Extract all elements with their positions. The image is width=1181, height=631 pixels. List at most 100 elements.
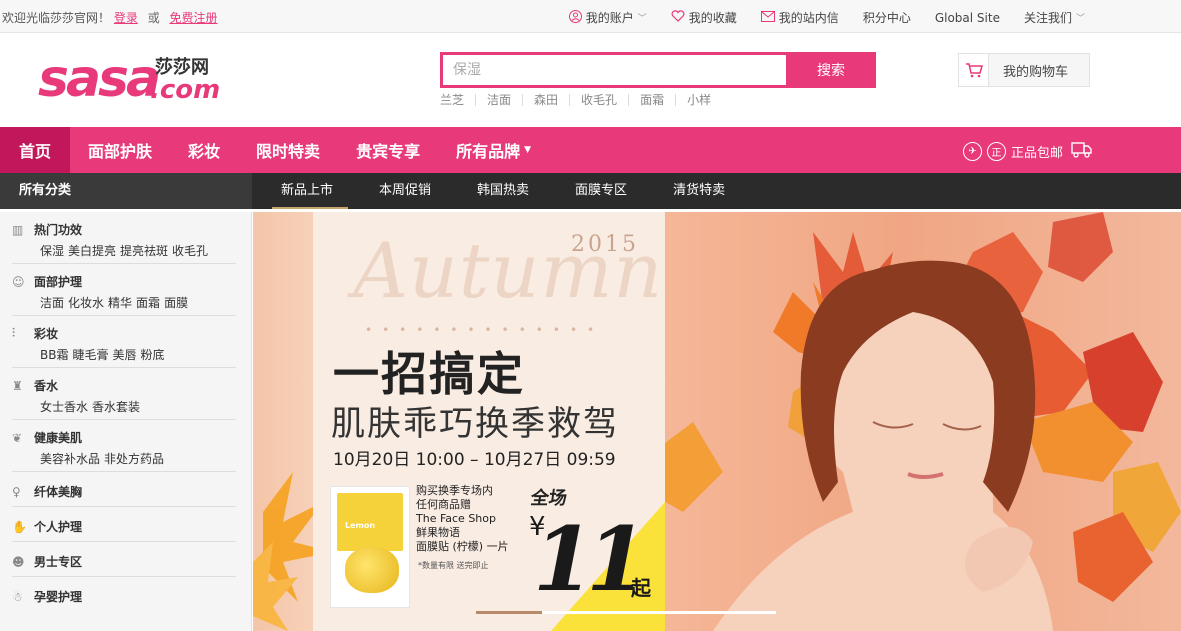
subcategory-link[interactable]: 化妆水 (68, 296, 104, 310)
user-icon (568, 9, 582, 26)
nav-skincare[interactable]: 面部护肤 (70, 127, 170, 173)
site-header: sasa 莎莎网 .com 搜索 兰芝 洁面 森田 收毛孔 面霜 小样 我的购物… (0, 33, 1181, 127)
secondary-bar: 所有分类 新品上市 本周促销 韩国热卖 面膜专区 清货特卖 (0, 173, 1181, 209)
subcategory-link[interactable]: 精华 (108, 296, 132, 310)
all-categories-title[interactable]: 所有分类 (0, 173, 252, 209)
search-button[interactable]: 搜索 (786, 52, 876, 88)
logo-dotcom: .com (150, 75, 221, 105)
category-perfume[interactable]: ♜ 香水 女士香水 香水套装 (12, 368, 236, 420)
nav-home[interactable]: 首页 (0, 127, 71, 173)
truck-icon (1071, 140, 1093, 162)
my-account-label: 我的账户 (585, 11, 634, 25)
promo-time: 10月20日 10:00 – 10月27日 09:59 (333, 450, 616, 470)
global-site-link[interactable]: Global Site (935, 11, 1000, 25)
category-label: 男士专区 (34, 555, 83, 569)
hot-keyword[interactable]: 兰芝 (440, 94, 475, 106)
category-label: 个人护理 (34, 520, 83, 534)
offer-line: The Face Shop (416, 512, 496, 525)
airplane-icon: ✈ (962, 141, 982, 161)
promo-tabs: 新品上市 本周促销 韩国热卖 面膜专区 清货特卖 (266, 173, 756, 209)
points-center-link[interactable]: 积分中心 (863, 9, 911, 26)
category-face-care[interactable]: ☺ 面部护理 洁面 化妆水 精华 面霜 面膜 (12, 264, 236, 316)
subcategory-link[interactable]: 美容补水品 (40, 452, 100, 466)
subcategory-link[interactable]: 香水套装 (92, 400, 140, 414)
subcategory-link[interactable]: BB霜 (40, 348, 68, 362)
category-hot-effects[interactable]: ▥ 热门功效 保湿 美白提亮 提亮祛斑 收毛孔 (12, 212, 236, 264)
or-text: 或 (147, 11, 160, 25)
limited-note: *数量有限 送完即止 (418, 561, 489, 570)
category-health-beauty[interactable]: ❦ 健康美肌 美容补水品 非处方药品 (12, 420, 236, 472)
promo-banner[interactable]: Autumn 2015 •••••••••••••• 一招搞定 肌肤乖巧换季救驾… (253, 212, 1181, 631)
body-icon: ♀ (12, 484, 21, 499)
subcategory-link[interactable]: 面霜 (136, 296, 160, 310)
chevron-down-icon: ﹀ (1075, 14, 1085, 24)
logo-word: sasa (38, 49, 161, 109)
hot-keywords: 兰芝 洁面 森田 收毛孔 面霜 小样 (440, 94, 722, 106)
chevron-down-icon: ﹀ (637, 14, 647, 24)
welcome-area: 欢迎光临莎莎官网！ 登录 或 免费注册 (2, 9, 218, 26)
hot-keyword[interactable]: 森田 (522, 94, 569, 106)
subcategory-link[interactable]: 提亮祛斑 (120, 244, 168, 258)
nav-vip[interactable]: 贵宾专享 (338, 127, 438, 173)
subcategory-link[interactable]: 非处方药品 (104, 452, 164, 466)
subcategory-link[interactable]: 睫毛膏 (72, 348, 108, 362)
top-links: 我的账户 ﹀ 我的收藏 我的站内信 积分中心 Global Site 关注我们 … (568, 9, 1181, 26)
nav-makeup[interactable]: 彩妆 (170, 127, 238, 173)
hot-keyword[interactable]: 面霜 (628, 94, 675, 106)
register-link[interactable]: 免费注册 (170, 11, 218, 25)
tab-korea-hot[interactable]: 韩国热卖 (462, 173, 544, 209)
hot-keyword[interactable]: 洁面 (475, 94, 522, 106)
category-label: 彩妆 (34, 327, 59, 341)
category-men[interactable]: ☻ 男士专区 (12, 542, 236, 577)
nav-all-brands-label: 所有品牌 (456, 142, 521, 161)
category-baby[interactable]: ☃ 孕婴护理 (12, 577, 236, 612)
category-personal-care[interactable]: ✋ 个人护理 (12, 507, 236, 542)
subcategory-link[interactable]: 保湿 (40, 244, 64, 258)
category-slimming[interactable]: ♀ 纤体美胸 (12, 472, 236, 507)
follow-us-link[interactable]: 关注我们 ﹀ (1024, 9, 1085, 26)
my-account-link[interactable]: 我的账户 ﹀ (568, 9, 647, 26)
bar-chart-icon: ▥ (12, 222, 24, 237)
offer-line: 面膜贴 (柠檬) 一片 (416, 540, 509, 553)
heart-icon (671, 10, 685, 25)
sasa-logo[interactable]: sasa 莎莎网 .com (38, 51, 228, 111)
main-navigation: 首页 面部护肤 彩妆 限时特卖 贵宾专享 所有品牌 ▼ ✈ 正 正品包邮 (0, 127, 1181, 173)
subcategory-link[interactable]: 洁面 (40, 296, 64, 310)
search-input[interactable] (440, 52, 786, 88)
category-label: 孕婴护理 (34, 590, 83, 604)
my-messages-link[interactable]: 我的站内信 (760, 9, 839, 26)
guarantee-badges: ✈ 正 正品包邮 (962, 140, 1093, 162)
banner-subheadline: 肌肤乖巧换季救驾 (331, 404, 619, 444)
subcategory-link[interactable]: 粉底 (141, 348, 165, 362)
my-favorites-label: 我的收藏 (688, 11, 737, 25)
nav-all-brands[interactable]: 所有品牌 ▼ (438, 127, 549, 173)
tab-new-arrivals[interactable]: 新品上市 (266, 173, 349, 209)
hot-keyword[interactable]: 小样 (675, 94, 722, 106)
subcategory-link[interactable]: 女士香水 (40, 400, 88, 414)
lipstick-icon: ⫶ (12, 326, 16, 340)
my-favorites-link[interactable]: 我的收藏 (671, 9, 737, 26)
lemon-image (345, 547, 399, 593)
subcategory-link[interactable]: 收毛孔 (172, 244, 208, 258)
login-link[interactable]: 登录 (114, 11, 138, 25)
subcategory-link[interactable]: 面膜 (164, 296, 188, 310)
nav-flash-sale[interactable]: 限时特卖 (238, 127, 338, 173)
search-bar: 搜索 (440, 52, 876, 88)
category-label: 面部护理 (34, 275, 83, 289)
cart-button[interactable]: 我的购物车 (958, 53, 1090, 87)
category-label: 健康美肌 (34, 431, 83, 445)
guarantee-label: 正品包邮 (1010, 145, 1063, 161)
offer-line: 鲜果物语 (416, 526, 460, 539)
tab-clearance[interactable]: 清货特卖 (658, 173, 740, 209)
subcategory-link[interactable]: 美唇 (112, 348, 136, 362)
hands-icon: ✋ (12, 519, 27, 534)
face-mask-product-image: Lemon (330, 486, 410, 608)
category-makeup[interactable]: ⫶ 彩妆 BB霜 睫毛膏 美唇 粉底 (12, 316, 236, 368)
tab-weekly-promo[interactable]: 本周促销 (364, 173, 446, 209)
carousel-indicator[interactable] (476, 611, 776, 614)
offer-line: 购买换季专场内 (416, 484, 493, 497)
subcategory-link[interactable]: 美白提亮 (68, 244, 116, 258)
tab-masks[interactable]: 面膜专区 (560, 173, 642, 209)
pack-label: Lemon (345, 521, 376, 530)
hot-keyword[interactable]: 收毛孔 (569, 94, 628, 106)
